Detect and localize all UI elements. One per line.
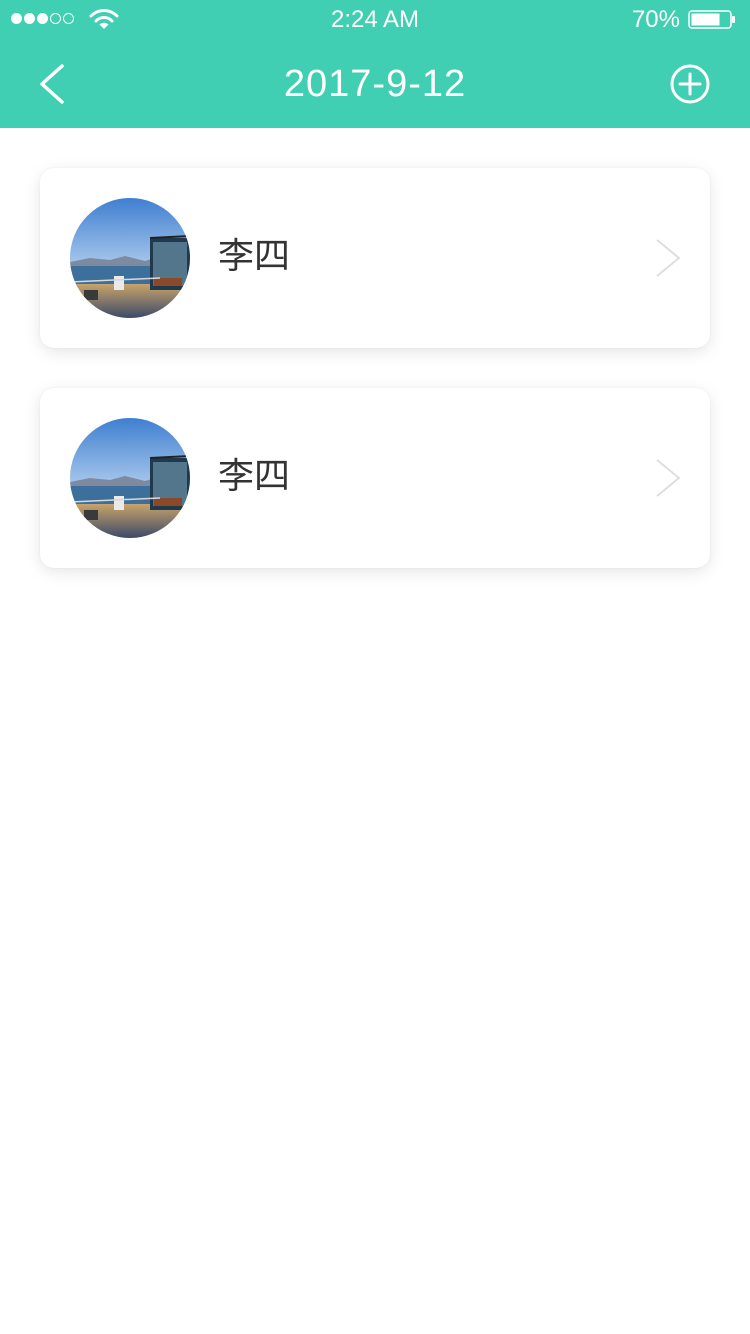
list-item[interactable]: 李四 — [40, 168, 710, 348]
chevron-right-icon — [656, 239, 680, 277]
person-name: 李四 — [218, 456, 291, 497]
page-title: 2017-9-12 — [283, 63, 467, 105]
status-bar: 2:24 AM 70% — [0, 0, 750, 40]
avatar — [70, 418, 190, 538]
person-list: 李四 李四 — [40, 168, 710, 608]
list-item[interactable]: 李四 — [40, 388, 710, 568]
battery-percent: 70% — [631, 6, 680, 33]
person-name: 李四 — [218, 236, 291, 277]
back-button[interactable] — [30, 60, 74, 108]
battery-icon — [688, 10, 735, 29]
app-header: 2:24 AM 70% 2017-9-12 — [0, 0, 750, 128]
add-button[interactable] — [668, 62, 712, 106]
avatar — [70, 198, 190, 318]
chevron-right-icon — [656, 459, 680, 497]
